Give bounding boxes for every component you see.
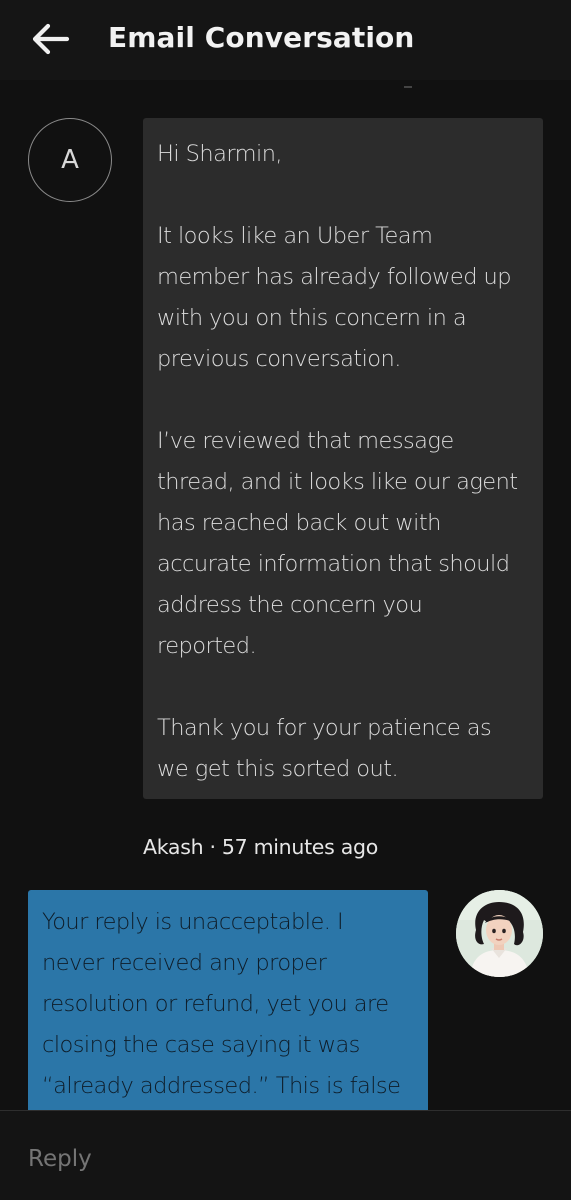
message-line: It looks like an Uber Team	[157, 223, 433, 249]
message-line: Your reply is unacceptable. I	[42, 909, 344, 935]
back-button[interactable]	[22, 16, 78, 62]
message-line: I’ve reviewed that message	[157, 428, 454, 454]
user-message-bubble: Your reply is unacceptable. I never rece…	[28, 890, 428, 1130]
message-line: Thank you for your patience as	[157, 715, 492, 741]
message-line: “already addressed.” This is false	[42, 1073, 401, 1099]
message-line: we get this sorted out.	[157, 756, 399, 782]
message-line: resolution or refund, yet you are	[42, 991, 389, 1017]
message-line: with you on this concern in a	[157, 305, 467, 331]
user-avatar-illustration	[456, 890, 543, 977]
message-line: accurate information that should	[157, 551, 510, 577]
message-meta: Akash · 57 minutes ago	[143, 835, 378, 859]
reply-input[interactable]	[28, 1141, 528, 1177]
message-line: previous conversation.	[157, 346, 401, 372]
message-line: reported.	[157, 633, 257, 659]
app-header: Email Conversation	[0, 0, 571, 80]
scroll-indicator	[404, 86, 412, 88]
message-line: has reached back out with	[157, 510, 441, 536]
message-line: thread, and it looks like our agent	[157, 469, 518, 495]
message-line: never received any proper	[42, 950, 327, 976]
reply-bar	[0, 1110, 571, 1200]
message-line: address the concern you	[157, 592, 423, 618]
agent-message-bubble: Hi Sharmin, It looks like an Uber Team m…	[143, 118, 543, 799]
agent-avatar: A	[28, 118, 112, 202]
user-avatar	[456, 890, 543, 977]
arrow-left-icon	[32, 23, 70, 55]
message-line: Hi Sharmin,	[157, 141, 283, 167]
message-line: closing the case saying it was	[42, 1032, 360, 1058]
page-title: Email Conversation	[108, 21, 415, 54]
message-line: member has already followed up	[157, 264, 512, 290]
